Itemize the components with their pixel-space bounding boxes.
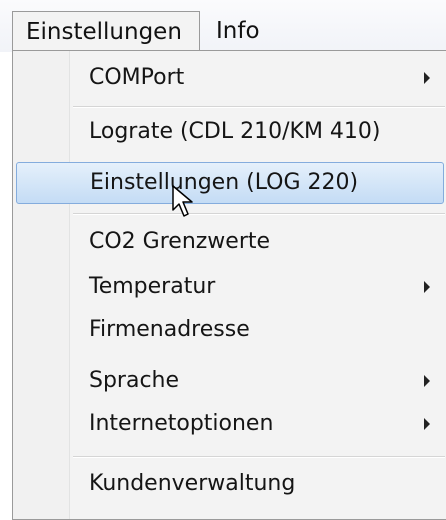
menu-item-co2-grenzwerte[interactable]: CO2 Grenzwerte [16, 221, 444, 263]
menu-info[interactable]: Info [214, 11, 294, 51]
submenu-arrow-icon [424, 375, 430, 387]
menu-item-lograte[interactable]: Lograte (CDL 210/KM 410) [16, 111, 444, 153]
menu-item-sprache[interactable]: Sprache [16, 360, 444, 402]
submenu-arrow-icon [424, 72, 430, 84]
menu-item-label: Kundenverwaltung [89, 471, 296, 496]
submenu-arrow-icon [424, 418, 430, 430]
menu-separator [73, 213, 445, 215]
menu-item-label: COMPort [89, 65, 185, 90]
mouse-pointer-icon [172, 185, 193, 217]
menu-item-label: Einstellungen (LOG 220) [90, 170, 359, 195]
menu-separator [73, 106, 445, 108]
menu-item-firmenadresse[interactable]: Firmenadresse [16, 309, 444, 351]
menu-bar: Einstellungen Info [0, 0, 446, 52]
menu-item-label: Firmenadresse [89, 317, 250, 342]
menu-item-einstellungen-log220[interactable]: Einstellungen (LOG 220) [16, 162, 444, 204]
menu-item-internetoptionen[interactable]: Internetoptionen [16, 403, 444, 445]
menu-item-temperatur[interactable]: Temperatur [16, 266, 444, 308]
menu-item-label: Lograte (CDL 210/KM 410) [89, 119, 381, 144]
menu-item-label: Internetoptionen [89, 411, 274, 436]
einstellungen-dropdown-menu: COMPort Lograte (CDL 210/KM 410) Einstel… [12, 50, 446, 520]
menu-einstellungen[interactable]: Einstellungen [12, 11, 200, 51]
menu-item-label: CO2 Grenzwerte [89, 229, 271, 254]
menu-item-label: Temperatur [89, 274, 216, 299]
menu-item-label: Sprache [89, 368, 180, 393]
menu-item-kundenverwaltung[interactable]: Kundenverwaltung [16, 463, 444, 505]
menu-item-comport[interactable]: COMPort [16, 57, 444, 99]
menu-separator [73, 456, 445, 458]
submenu-arrow-icon [424, 281, 430, 293]
